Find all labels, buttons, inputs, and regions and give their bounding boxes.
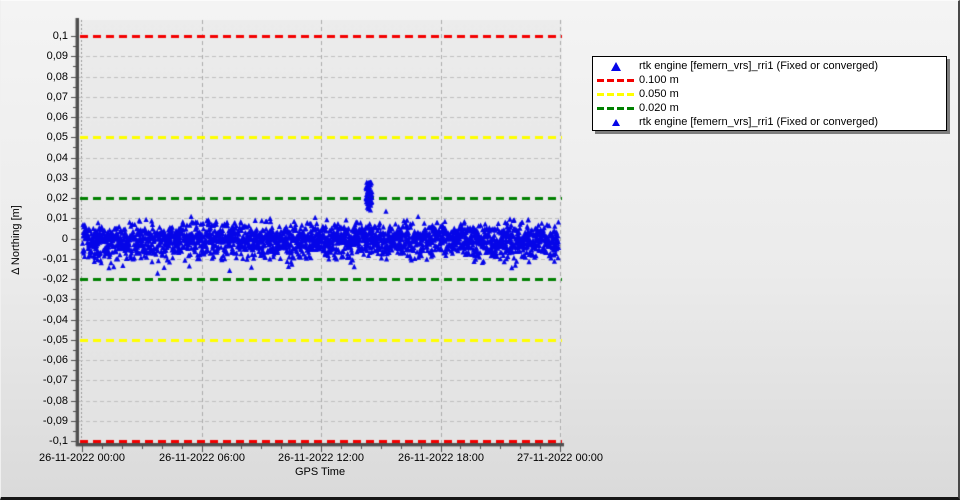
triangle-marker-icon <box>612 118 620 126</box>
dash-line-icon <box>597 92 635 96</box>
dash-line-icon <box>597 106 635 110</box>
triangle-marker-icon <box>611 61 621 71</box>
legend-entry: 0.100 m <box>593 73 946 87</box>
chart-panel: Δ Northing [m] GPS Time 0,1 0,09 0,08 0,07 0… <box>0 0 960 500</box>
legend-marker-cell <box>593 78 639 82</box>
legend-marker-cell <box>593 106 639 110</box>
legend: rtk engine [femern_vrs]_rri1 (Fixed or c… <box>592 56 947 131</box>
dash-line-icon <box>597 78 635 82</box>
legend-entry: rtk engine [femern_vrs]_rri1 (Fixed or c… <box>593 59 946 73</box>
legend-entry-label: rtk engine [femern_vrs]_rri1 (Fixed or c… <box>639 115 879 128</box>
legend-entry: 0.050 m <box>593 87 946 101</box>
legend-entry: rtk engine [femern_vrs]_rri1 (Fixed or c… <box>593 115 946 129</box>
legend-entry-label: 0.020 m <box>639 101 679 114</box>
legend-entry-label: rtk engine [femern_vrs]_rri1 (Fixed or c… <box>639 59 879 72</box>
legend-entry-label: 0.050 m <box>639 87 679 100</box>
legend-entry-label: 0.100 m <box>639 73 679 86</box>
legend-entry: 0.020 m <box>593 101 946 115</box>
legend-marker-cell <box>593 92 639 96</box>
legend-marker-cell <box>593 118 639 126</box>
legend-marker-cell <box>593 61 639 71</box>
